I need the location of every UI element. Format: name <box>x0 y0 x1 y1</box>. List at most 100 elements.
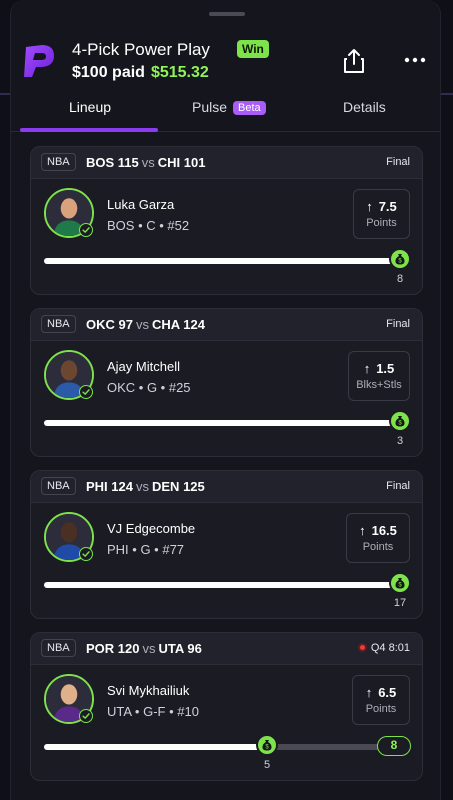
line-value: 7.5 <box>378 199 397 214</box>
live-indicator-icon <box>357 643 367 652</box>
progress-track <box>44 420 400 426</box>
progress-fill <box>44 420 400 426</box>
tab-pulse-label: Pulse <box>192 99 228 115</box>
home-score: 125 <box>183 479 205 494</box>
player-name: Svi Mykhailiuk <box>107 683 190 698</box>
vs-label: vs <box>136 479 149 494</box>
game-status-wrap: Final <box>386 480 410 492</box>
projection-box: ↑ 6.5 Points <box>352 675 410 725</box>
game-status: Q4 8:01 <box>370 642 410 654</box>
line-value: 16.5 <box>371 523 397 538</box>
actual-stat-value: 8 <box>396 273 404 285</box>
payout-amount: $515.32 <box>150 64 209 81</box>
sheet-drag-handle[interactable] <box>209 12 245 16</box>
actual-stat-value: 5 <box>263 759 271 771</box>
more-options-icon[interactable] <box>403 56 427 64</box>
game-status-wrap: Final <box>386 318 410 330</box>
game-matchup: OKC 97 vs CHA 124 <box>86 317 205 332</box>
player-name: Luka Garza <box>107 197 175 212</box>
pick-card[interactable]: NBA BOS 115 vs CHI 101 Final Luka Garza BO… <box>30 146 423 295</box>
away-score: 115 <box>117 155 139 170</box>
entry-header: 4-Pick Power Play Win $100 paid $515.32 <box>20 38 431 88</box>
home-team: DEN <box>152 479 180 494</box>
money-bag-icon: $ <box>395 578 405 589</box>
home-team: CHA <box>151 317 180 332</box>
player-name: VJ Edgecombe <box>107 521 196 536</box>
progress-fill <box>44 582 400 588</box>
edge-divider-right <box>441 93 453 95</box>
projection-line: ↑ 16.5 <box>347 523 409 538</box>
projection-box: ↑ 1.5 Blks+Stls <box>348 351 410 401</box>
hit-check-icon <box>79 223 93 237</box>
entry-title: 4-Pick Power Play <box>72 40 210 59</box>
tab-lineup[interactable]: Lineup <box>69 99 111 115</box>
home-team: CHI <box>157 155 181 170</box>
away-team: BOS <box>86 155 115 170</box>
game-header: NBA BOS 115 vs CHI 101 Final <box>31 147 422 179</box>
away-team: POR <box>86 641 115 656</box>
vs-label: vs <box>135 317 149 332</box>
tab-bar: Lineup Pulse Beta Details <box>10 90 441 132</box>
progress-fill <box>44 258 400 264</box>
stat-type: Points <box>362 541 394 553</box>
away-team: PHI <box>86 479 108 494</box>
league-badge: NBA <box>41 477 76 495</box>
player-info: BOS • C • #52 <box>107 218 190 233</box>
more-arrow-icon: ↑ <box>359 523 366 538</box>
current-stat-marker: $ <box>389 248 411 270</box>
hit-check-icon <box>79 547 93 561</box>
target-value-pill: 8 <box>377 736 411 756</box>
money-bag-icon: $ <box>262 740 272 751</box>
current-stat-marker: $ <box>256 734 278 756</box>
tab-details[interactable]: Details <box>343 99 386 115</box>
hit-check-icon <box>79 709 93 723</box>
pick-card[interactable]: NBA OKC 97 vs CHA 124 Final Ajay Mitchell … <box>30 308 423 457</box>
game-status: Final <box>386 480 410 492</box>
pick-card[interactable]: NBA POR 120 vs UTA 96 Q4 8:01 Svi Mykhaili… <box>30 632 423 781</box>
game-matchup: BOS 115 vs CHI 101 <box>86 155 206 170</box>
game-header: NBA PHI 124 vs DEN 125 Final <box>31 471 422 503</box>
stat-type: Points <box>366 217 397 229</box>
away-score: 120 <box>117 641 140 656</box>
progress-track <box>44 582 400 588</box>
game-matchup: POR 120 vs UTA 96 <box>86 641 202 656</box>
away-score: 124 <box>111 479 133 494</box>
current-stat-marker: $ <box>389 572 411 594</box>
hit-check-icon <box>79 385 93 399</box>
progress-track <box>44 258 400 264</box>
home-score: 124 <box>183 317 205 332</box>
money-bag-icon: $ <box>395 416 405 427</box>
line-value: 6.5 <box>378 685 397 700</box>
projection-box: ↑ 16.5 Points <box>346 513 410 563</box>
game-header: NBA POR 120 vs UTA 96 Q4 8:01 <box>31 633 422 665</box>
home-team: UTA <box>158 641 184 656</box>
paid-amount: $100 paid <box>72 64 145 81</box>
pick-card[interactable]: NBA PHI 124 vs DEN 125 Final VJ Edgecombe … <box>30 470 423 619</box>
game-header: NBA OKC 97 vs CHA 124 Final <box>31 309 422 341</box>
game-status-wrap: Q4 8:01 <box>357 642 410 654</box>
home-score: 96 <box>187 641 202 656</box>
player-name: Ajay Mitchell <box>107 359 180 374</box>
home-score: 101 <box>183 155 206 170</box>
beta-badge: Beta <box>233 101 266 115</box>
current-stat-marker: $ <box>389 410 411 432</box>
projection-line: ↑ 7.5 <box>354 199 409 214</box>
projection-box: ↑ 7.5 Points <box>353 189 410 239</box>
actual-stat-value: 17 <box>393 597 407 609</box>
actual-stat-value: 3 <box>396 435 404 447</box>
share-icon[interactable] <box>342 48 366 74</box>
prizepicks-logo-icon <box>24 45 54 77</box>
more-arrow-icon: ↑ <box>363 361 371 376</box>
stat-type: Blks+Stls <box>356 379 402 391</box>
tab-pulse[interactable]: Pulse Beta <box>192 99 266 115</box>
projection-line: ↑ 1.5 <box>349 361 409 376</box>
more-arrow-icon: ↑ <box>366 199 373 214</box>
game-status: Final <box>386 318 410 330</box>
more-arrow-icon: ↑ <box>365 685 373 700</box>
game-status: Final <box>386 156 410 168</box>
away-team: OKC <box>86 317 115 332</box>
stat-type: Points <box>365 703 397 715</box>
line-value: 1.5 <box>376 361 395 376</box>
active-tab-indicator <box>20 128 158 132</box>
projection-line: ↑ 6.5 <box>353 685 409 700</box>
